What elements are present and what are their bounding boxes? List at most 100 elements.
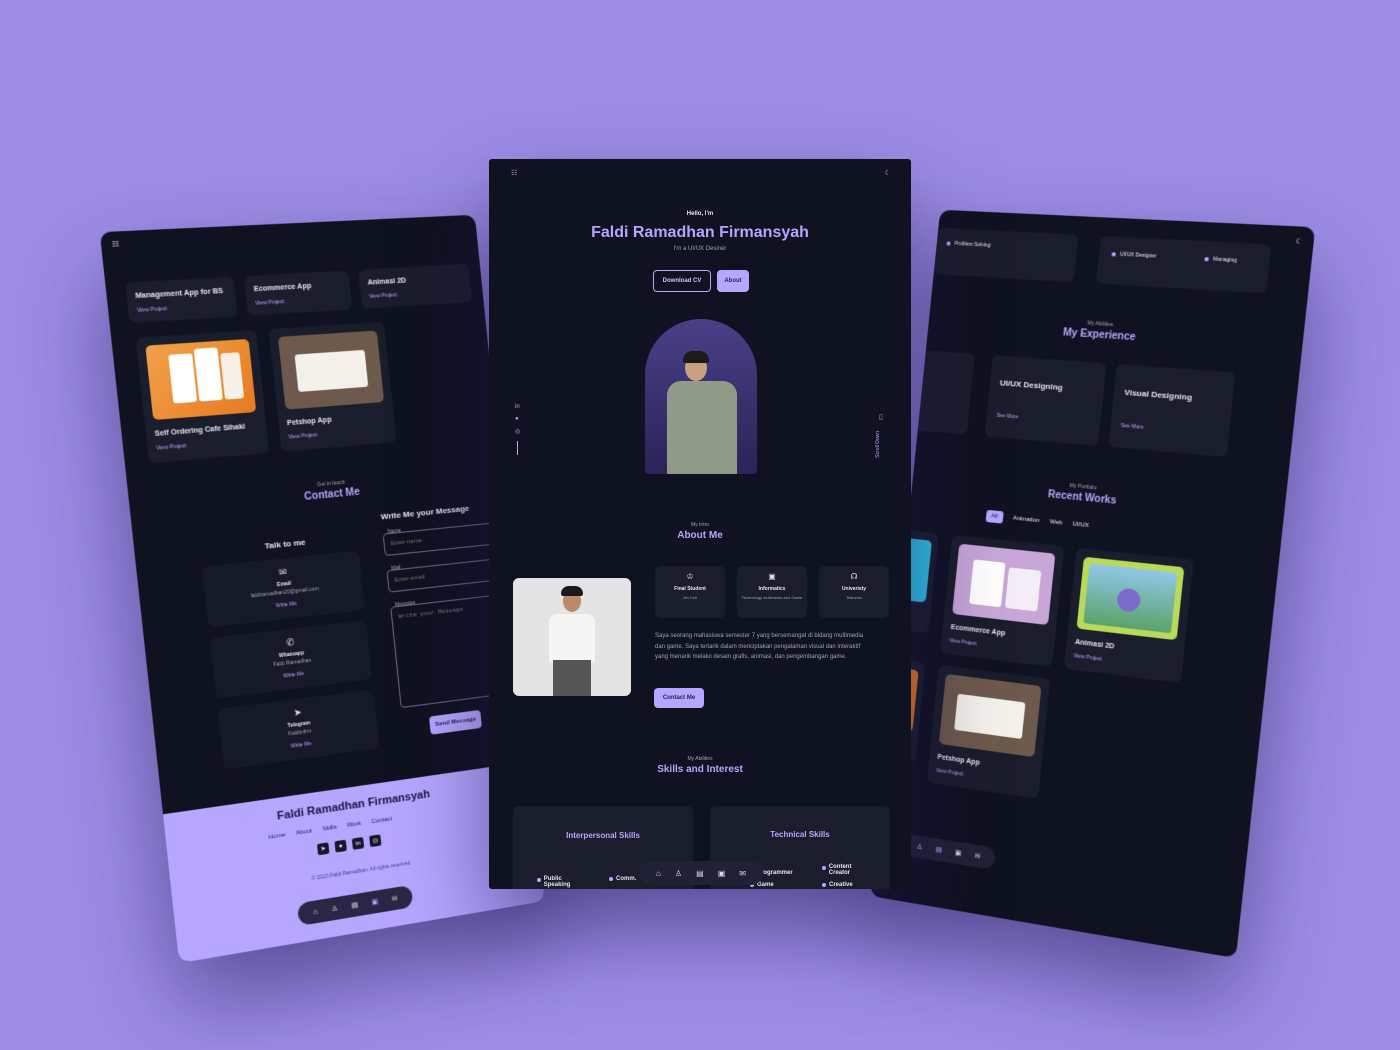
- footer: Faldi Ramadhan Firmansyah Home About Ski…: [163, 761, 545, 964]
- project-card[interactable]: Self Ordering Cafe Sihaki View Project: [135, 330, 270, 464]
- message-icon[interactable]: ✉: [739, 869, 746, 878]
- project-title: Self Ordering Cafe Sihaki: [154, 423, 246, 439]
- info-desc: 4th Coll: [683, 595, 697, 600]
- section-subtitle: My Intro: [690, 522, 710, 528]
- contact-card[interactable]: ➤ Telegram Faldimfrm Write Me: [217, 689, 380, 770]
- theme-toggle-icon[interactable]: ☾: [885, 169, 891, 177]
- menu-icon[interactable]: ☷: [112, 240, 120, 249]
- project-card[interactable]: Management App for BS View Project: [125, 276, 238, 324]
- experience-card[interactable]: Visual Designing See More: [1108, 364, 1236, 457]
- briefcase-icon[interactable]: ▣: [371, 897, 378, 906]
- project-card[interactable]: Animasi 2D View Project: [358, 263, 472, 309]
- section-subtitle: My Abilities: [687, 756, 713, 762]
- instagram-icon[interactable]: ◎: [369, 834, 382, 848]
- work-title: Animasi 2D: [1074, 638, 1115, 651]
- linkedin-icon[interactable]: in: [351, 836, 365, 850]
- linkedin-icon[interactable]: in: [515, 404, 520, 410]
- center-screen: ☷ ☾ Hello, I'm Faldi Ramadhan Firmansyah…: [489, 159, 911, 889]
- briefcase-icon[interactable]: ▣: [955, 849, 962, 858]
- theme-toggle-icon[interactable]: ☾: [1295, 237, 1303, 246]
- briefcase-icon[interactable]: ▣: [718, 869, 726, 878]
- github-icon[interactable]: ●: [515, 416, 520, 422]
- view-project-link[interactable]: View Project: [1073, 653, 1102, 663]
- menu-icon[interactable]: ☷: [511, 169, 517, 177]
- project-card[interactable]: Petshop App View Project: [268, 321, 397, 452]
- info-title: Univeristy: [841, 586, 867, 592]
- view-project-link[interactable]: View Project: [949, 638, 977, 647]
- filter-uiux[interactable]: UI/UX: [1072, 521, 1089, 529]
- info-title: Informatics: [758, 586, 786, 592]
- view-project-link[interactable]: View Project: [156, 443, 187, 452]
- send-message-button[interactable]: Send Message: [428, 709, 483, 735]
- name-field[interactable]: [382, 521, 504, 557]
- filter-animation[interactable]: Animation: [1012, 515, 1040, 524]
- filter-web[interactable]: Web: [1049, 519, 1062, 526]
- github-icon[interactable]: ●: [334, 839, 347, 853]
- work-title: Petshop App: [937, 753, 980, 767]
- footer-name: Faldi Ramadhan Firmansyah: [276, 788, 431, 823]
- work-card[interactable]: Ecommerce App View Project: [940, 534, 1065, 667]
- filter-all[interactable]: All: [985, 509, 1004, 524]
- footer-link-home[interactable]: Home: [268, 832, 285, 841]
- work-thumbnail: [952, 543, 1056, 626]
- skill-item: UI/UX Designer: [1111, 251, 1157, 260]
- contact-card[interactable]: ✉ Email faldiramadhan20@gmail.com Write …: [201, 550, 365, 628]
- work-title: Ecommerce App: [950, 623, 1006, 638]
- scroll-down-link[interactable]: Scroll Down: [875, 431, 881, 458]
- book-icon[interactable]: ▤: [935, 845, 942, 854]
- project-thumbnail: [145, 338, 257, 421]
- project-title: Petshop App: [286, 416, 332, 428]
- telegram-icon[interactable]: ➤: [316, 842, 330, 856]
- about-text: Saya seorang mahasiswa semester 7 yang b…: [655, 633, 864, 660]
- contact-card[interactable]: ✆ Whatsapp Faldi Ramadhan Write Me: [209, 619, 373, 699]
- skill-item: Problem Solving: [946, 240, 991, 249]
- bottom-nav: ⌂ ♙ ▤ ▣ ✉: [639, 861, 763, 885]
- skills-card-title: Technical Skills: [770, 830, 830, 839]
- message-icon[interactable]: ✉: [974, 852, 981, 861]
- user-icon[interactable]: ♙: [916, 842, 923, 851]
- about-photo: [513, 578, 631, 696]
- project-title: Management App for BS: [135, 287, 224, 301]
- right-screen: ☾ Problem Solving UI/UX Designer Managin…: [870, 209, 1316, 959]
- footer-link-skills[interactable]: Skills: [322, 824, 337, 832]
- social-sidebar: in ● ◎: [515, 404, 520, 455]
- footer-link-about[interactable]: About: [296, 828, 313, 837]
- experience-title: Visual Designing: [1123, 387, 1193, 403]
- view-project-link[interactable]: View Project: [288, 432, 317, 441]
- download-cv-button[interactable]: Download CV: [653, 270, 711, 292]
- home-icon[interactable]: ⌂: [656, 869, 661, 878]
- see-more-link[interactable]: See More: [996, 413, 1018, 421]
- book-icon: ▣: [768, 572, 776, 581]
- experience-card[interactable]: UI/UX Designing See More: [984, 355, 1107, 446]
- view-project-link[interactable]: View Project: [255, 299, 285, 307]
- skill-item: Creative: [822, 882, 853, 888]
- work-thumbnail: [938, 673, 1042, 758]
- mockup-stage: ☷ Management App for BS View Project Eco…: [0, 0, 1400, 1050]
- footer-link-work[interactable]: Work: [347, 821, 362, 829]
- project-card[interactable]: Ecommerce App View Project: [243, 270, 353, 316]
- work-card[interactable]: Animasi 2D View Project: [1063, 547, 1194, 683]
- work-thumbnail: [1076, 556, 1185, 641]
- user-icon[interactable]: ♙: [675, 869, 682, 878]
- award-icon: ♔: [686, 572, 694, 581]
- footer-link-contact[interactable]: Contact: [371, 816, 393, 825]
- view-project-link[interactable]: View Project: [369, 292, 398, 300]
- work-card[interactable]: Petshop App View Project: [926, 664, 1051, 799]
- user-icon[interactable]: ♙: [331, 904, 338, 913]
- hero-portrait: [645, 319, 757, 474]
- work-filters: All Animation Web UI/UX: [985, 509, 1090, 532]
- see-more-link[interactable]: See More: [1120, 423, 1143, 431]
- contact-me-button[interactable]: Contact Me: [654, 688, 704, 708]
- view-project-link[interactable]: View Project: [936, 768, 964, 778]
- project-title: Ecommerce App: [253, 282, 312, 294]
- book-icon[interactable]: ▤: [351, 901, 359, 910]
- skill-item: Managing: [1204, 256, 1237, 264]
- view-project-link[interactable]: View Project: [137, 306, 168, 314]
- message-icon[interactable]: ✉: [391, 894, 398, 903]
- dribbble-icon[interactable]: ◎: [515, 428, 520, 435]
- experience-title: UI/UX Designing: [999, 378, 1064, 393]
- home-icon[interactable]: ⌂: [313, 908, 318, 916]
- about-button[interactable]: About: [717, 270, 749, 292]
- book-icon[interactable]: ▤: [696, 869, 704, 878]
- info-desc: Technology multimedia and Game: [741, 595, 803, 600]
